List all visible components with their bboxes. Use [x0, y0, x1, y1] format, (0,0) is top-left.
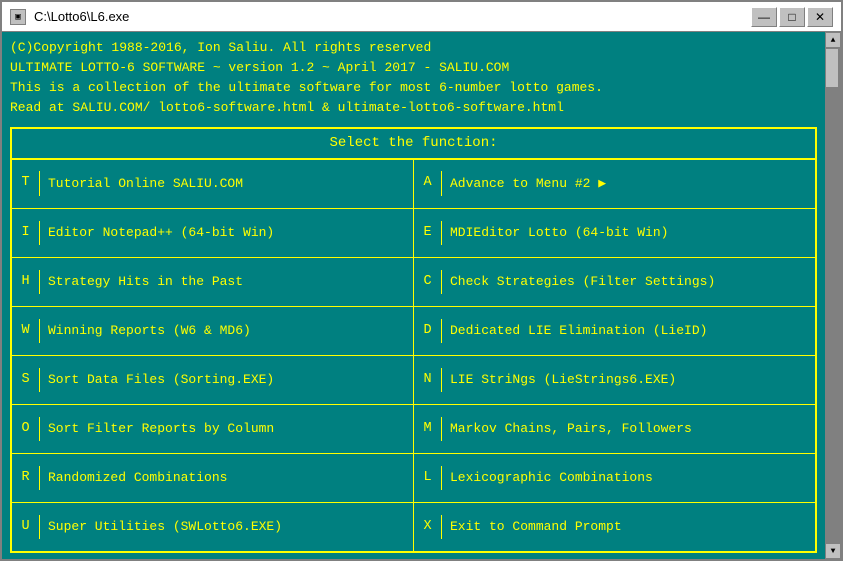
maximize-button[interactable]: □: [779, 7, 805, 27]
menu-right-half[interactable]: LLexicographic Combinations: [414, 454, 815, 502]
window-title: C:\Lotto6\L6.exe: [34, 9, 751, 24]
menu-left-half[interactable]: IEditor Notepad++ (64-bit Win): [12, 209, 414, 257]
menu-key-left[interactable]: R: [12, 466, 40, 490]
menu-label-right: Advance to Menu #2 ▶: [442, 172, 815, 196]
menu-key-right[interactable]: L: [414, 466, 442, 490]
menu-row: TTutorial Online SALIU.COMAAdvance to Me…: [12, 160, 815, 209]
menu-row: SSort Data Files (Sorting.EXE)NLIE StriN…: [12, 356, 815, 405]
header-line3: This is a collection of the ultimate sof…: [10, 78, 817, 98]
menu-label-right: Check Strategies (Filter Settings): [442, 270, 815, 294]
titlebar: ▣ C:\Lotto6\L6.exe — □ ✕: [2, 2, 841, 32]
menu-right-half[interactable]: CCheck Strategies (Filter Settings): [414, 258, 815, 306]
menu-label-left: Strategy Hits in the Past: [40, 270, 413, 294]
menu-key-left[interactable]: H: [12, 270, 40, 294]
menu-right-half[interactable]: EMDIEditor Lotto (64-bit Win): [414, 209, 815, 257]
content-area: (C)Copyright 1988-2016, Ion Saliu. All r…: [2, 32, 841, 559]
close-button[interactable]: ✕: [807, 7, 833, 27]
menu-left-half[interactable]: SSort Data Files (Sorting.EXE): [12, 356, 414, 404]
menu-key-right[interactable]: A: [414, 171, 442, 195]
scrollbar[interactable]: ▲ ▼: [825, 32, 841, 559]
menu-row: WWinning Reports (W6 & MD6)DDedicated LI…: [12, 307, 815, 356]
menu-right-half[interactable]: XExit to Command Prompt: [414, 503, 815, 551]
menu-left-half[interactable]: TTutorial Online SALIU.COM: [12, 160, 414, 208]
main-content: (C)Copyright 1988-2016, Ion Saliu. All r…: [2, 32, 825, 559]
scroll-down-button[interactable]: ▼: [825, 543, 841, 559]
menu-label-right: MDIEditor Lotto (64-bit Win): [442, 221, 815, 245]
titlebar-buttons: — □ ✕: [751, 7, 833, 27]
menu-label-left: Editor Notepad++ (64-bit Win): [40, 221, 413, 245]
menu-row: HStrategy Hits in the PastCCheck Strateg…: [12, 258, 815, 307]
menu-row: USuper Utilities (SWLotto6.EXE)XExit to …: [12, 503, 815, 551]
menu-key-left[interactable]: I: [12, 221, 40, 245]
main-window: ▣ C:\Lotto6\L6.exe — □ ✕ (C)Copyright 19…: [0, 0, 843, 561]
menu-label-right: Markov Chains, Pairs, Followers: [442, 417, 815, 441]
menu-left-half[interactable]: HStrategy Hits in the Past: [12, 258, 414, 306]
menu-right-half[interactable]: DDedicated LIE Elimination (LieID): [414, 307, 815, 355]
menu-key-left[interactable]: S: [12, 368, 40, 392]
menu-key-left[interactable]: T: [12, 171, 40, 195]
menu-right-half[interactable]: AAdvance to Menu #2 ▶: [414, 160, 815, 208]
scrollbar-thumb[interactable]: [825, 48, 839, 88]
menu-key-right[interactable]: C: [414, 270, 442, 294]
menu-row: IEditor Notepad++ (64-bit Win)EMDIEditor…: [12, 209, 815, 258]
scroll-up-button[interactable]: ▲: [825, 32, 841, 48]
menu-label-left: Sort Data Files (Sorting.EXE): [40, 368, 413, 392]
menu-container: Select the function: TTutorial Online SA…: [10, 127, 817, 553]
menu-key-right[interactable]: E: [414, 221, 442, 245]
menu-left-half[interactable]: OSort Filter Reports by Column: [12, 405, 414, 453]
menu-label-left: Super Utilities (SWLotto6.EXE): [40, 515, 413, 539]
menu-label-left: Sort Filter Reports by Column: [40, 417, 413, 441]
menu-label-right: Dedicated LIE Elimination (LieID): [442, 319, 815, 343]
menu-key-right[interactable]: M: [414, 417, 442, 441]
menu-row: RRandomized CombinationsLLexicographic C…: [12, 454, 815, 503]
menu-label-right: LIE StriNgs (LieStrings6.EXE): [442, 368, 815, 392]
menu-right-half[interactable]: MMarkov Chains, Pairs, Followers: [414, 405, 815, 453]
header-section: (C)Copyright 1988-2016, Ion Saliu. All r…: [10, 38, 817, 119]
header-line4: Read at SALIU.COM/ lotto6-software.html …: [10, 98, 817, 118]
menu-label-left: Tutorial Online SALIU.COM: [40, 172, 413, 196]
menu-key-left[interactable]: U: [12, 515, 40, 539]
menu-left-half[interactable]: WWinning Reports (W6 & MD6): [12, 307, 414, 355]
header-line2: ULTIMATE LOTTO-6 SOFTWARE ~ version 1.2 …: [10, 58, 817, 78]
menu-label-right: Lexicographic Combinations: [442, 466, 815, 490]
menu-key-right[interactable]: D: [414, 319, 442, 343]
window-icon: ▣: [10, 9, 26, 25]
menu-key-left[interactable]: W: [12, 319, 40, 343]
menu-title: Select the function:: [12, 129, 815, 160]
menu-label-left: Randomized Combinations: [40, 466, 413, 490]
menu-key-right[interactable]: X: [414, 515, 442, 539]
menu-left-half[interactable]: USuper Utilities (SWLotto6.EXE): [12, 503, 414, 551]
menu-key-left[interactable]: O: [12, 417, 40, 441]
minimize-button[interactable]: —: [751, 7, 777, 27]
header-line1: (C)Copyright 1988-2016, Ion Saliu. All r…: [10, 38, 817, 58]
menu-row: OSort Filter Reports by ColumnMMarkov Ch…: [12, 405, 815, 454]
scrollbar-track: [825, 48, 841, 543]
menu-left-half[interactable]: RRandomized Combinations: [12, 454, 414, 502]
menu-right-half[interactable]: NLIE StriNgs (LieStrings6.EXE): [414, 356, 815, 404]
menu-label-left: Winning Reports (W6 & MD6): [40, 319, 413, 343]
menu-label-right: Exit to Command Prompt: [442, 515, 815, 539]
menu-key-right[interactable]: N: [414, 368, 442, 392]
menu-grid: TTutorial Online SALIU.COMAAdvance to Me…: [12, 160, 815, 551]
